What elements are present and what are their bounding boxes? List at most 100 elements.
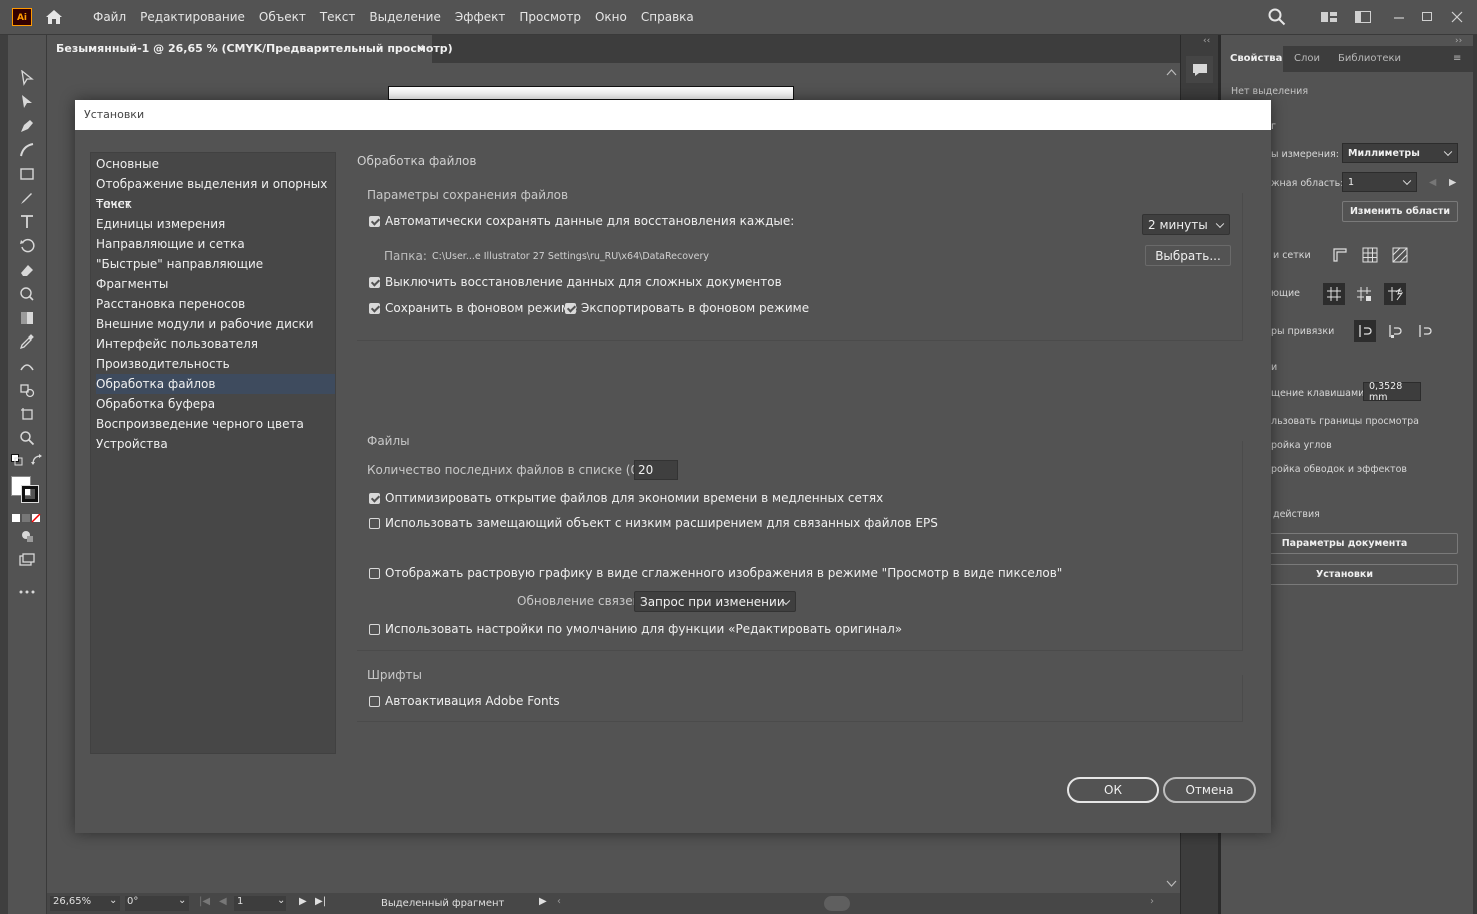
type-tool-icon[interactable] [16, 211, 38, 233]
eraser-tool-icon[interactable] [16, 259, 38, 281]
artboard-tool-icon[interactable] [16, 403, 38, 425]
workspace-switcher-icon[interactable] [1320, 8, 1338, 26]
category-units[interactable]: Единицы измерения [96, 214, 335, 234]
units-dropdown[interactable]: Миллиметры [1342, 143, 1458, 163]
color-mode-icons[interactable] [12, 512, 42, 523]
direct-selection-tool-icon[interactable] [16, 91, 38, 113]
artboard[interactable] [388, 86, 794, 100]
choose-folder-button[interactable]: Выбрать... [1145, 245, 1231, 266]
arrange-documents-icon[interactable] [1354, 8, 1372, 26]
autosave-checkbox[interactable] [369, 216, 380, 227]
zoom-tool-icon[interactable] [16, 427, 38, 449]
background-save-checkbox[interactable] [369, 303, 380, 314]
tab-layers[interactable]: Слои [1294, 53, 1320, 64]
show-guides-icon[interactable] [1323, 283, 1345, 305]
prev-artboard-panel-icon[interactable]: ◀ [1429, 177, 1436, 188]
menu-help[interactable]: Справка [634, 10, 701, 24]
gradient-tool-icon[interactable] [16, 307, 38, 329]
menu-select[interactable]: Выделение [362, 10, 447, 24]
tab-properties[interactable]: Свойства [1230, 53, 1282, 64]
category-file-handling[interactable]: Обработка файлов [96, 374, 335, 394]
optimize-open-checkbox[interactable] [369, 493, 380, 504]
hscroll-right-icon[interactable]: › [1150, 896, 1154, 907]
menu-view[interactable]: Просмотр [512, 10, 588, 24]
cancel-button[interactable]: Отмена [1163, 777, 1256, 803]
zoom-dropdown-icon[interactable]: ⌄ [109, 895, 117, 906]
category-general[interactable]: Основные [96, 154, 335, 174]
transparency-grid-icon[interactable] [1391, 246, 1409, 264]
lock-guides-icon[interactable] [1355, 285, 1373, 303]
screen-mode-icon[interactable] [16, 549, 38, 571]
paintbrush-tool-icon[interactable] [16, 187, 38, 209]
disable-recovery-checkbox[interactable] [369, 277, 380, 288]
last-artboard-icon[interactable]: ▶| [315, 896, 326, 907]
menu-edit[interactable]: Редактирование [133, 10, 252, 24]
preview-bounds-checkbox-label[interactable]: льзовать границы просмотра [1271, 416, 1419, 427]
update-links-dropdown[interactable]: Запрос при изменении [634, 591, 796, 612]
category-type[interactable]: Текст [96, 194, 335, 214]
smart-guides-icon[interactable] [1384, 283, 1406, 305]
category-slices[interactable]: Фрагменты [96, 274, 335, 294]
width-tool-icon[interactable] [16, 283, 38, 305]
selection-tool-icon[interactable] [16, 67, 38, 89]
menu-effect[interactable]: Эффект [448, 10, 513, 24]
edit-artboards-button[interactable]: Изменить области [1342, 201, 1458, 222]
comments-icon[interactable] [1186, 56, 1213, 83]
menu-file[interactable]: Файл [86, 10, 133, 24]
pen-tool-icon[interactable] [16, 115, 38, 137]
status-menu-icon[interactable]: ▶ [539, 896, 547, 907]
rectangle-tool-icon[interactable] [16, 163, 38, 185]
snap-to-pixel-icon[interactable] [1386, 322, 1404, 340]
edit-original-checkbox[interactable] [369, 624, 380, 635]
more-tools-icon[interactable] [16, 581, 38, 603]
pixel-preview-checkbox[interactable] [369, 568, 380, 579]
blend-tool-icon[interactable] [16, 355, 38, 377]
menu-object[interactable]: Объект [252, 10, 313, 24]
next-artboard-icon[interactable]: ▶ [299, 896, 307, 907]
curvature-tool-icon[interactable] [16, 139, 38, 161]
close-window-icon[interactable] [1448, 8, 1466, 26]
autoactivate-fonts-checkbox[interactable] [369, 696, 380, 707]
stroke-color-swatch[interactable] [21, 485, 39, 503]
collapse-right-icon[interactable]: ›› [1455, 36, 1462, 46]
grid-icon[interactable] [1361, 246, 1379, 264]
eyedropper-tool-icon[interactable] [16, 331, 38, 353]
maximize-icon[interactable] [1418, 8, 1436, 26]
rotation-dropdown-icon[interactable]: ⌄ [178, 895, 186, 906]
panel-menu-icon[interactable]: ≡ [1453, 53, 1461, 64]
snap-to-point-icon[interactable] [1354, 320, 1376, 342]
ok-button[interactable]: ОК [1067, 777, 1159, 803]
category-guides-grid[interactable]: Направляющие и сетка [96, 234, 335, 254]
collapse-left-icon[interactable]: ‹‹ [1203, 36, 1210, 46]
category-performance[interactable]: Производительность [96, 354, 335, 374]
background-export-checkbox[interactable] [565, 303, 576, 314]
scale-strokes-checkbox-label[interactable]: ройка обводок и эффектов [1271, 464, 1407, 475]
menu-type[interactable]: Текст [313, 10, 363, 24]
scale-corners-checkbox-label[interactable]: ройка углов [1271, 440, 1332, 451]
default-colors-icon[interactable] [10, 453, 24, 467]
category-plugins-scratch-disks[interactable]: Внешние модули и рабочие диски [96, 314, 335, 334]
category-hyphenation[interactable]: Расстановка переносов [96, 294, 335, 314]
next-artboard-panel-icon[interactable]: ▶ [1449, 177, 1456, 188]
category-selection-anchor-display[interactable]: Отображение выделения и опорных точек [96, 174, 335, 211]
rulers-icon[interactable] [1331, 246, 1349, 264]
snap-to-glyph-icon[interactable] [1416, 322, 1434, 340]
dialog-title-bar[interactable] [75, 100, 1271, 130]
first-artboard-icon[interactable]: |◀ [199, 896, 210, 907]
keyboard-increment-field[interactable]: 0,3528 mm [1363, 381, 1421, 403]
category-user-interface[interactable]: Интерфейс пользователя [96, 334, 335, 354]
recent-files-input[interactable]: 20 [634, 460, 678, 480]
symbol-sprayer-tool-icon[interactable] [16, 379, 38, 401]
minimize-icon[interactable] [1390, 8, 1408, 26]
category-black-appearance[interactable]: Воспроизведение черного цвета [96, 414, 335, 434]
prev-artboard-icon[interactable]: ◀ [219, 896, 227, 907]
category-smart-guides[interactable]: "Быстрые" направляющие [96, 254, 335, 274]
horizontal-scroll-thumb[interactable] [824, 896, 850, 911]
rotate-tool-icon[interactable] [16, 235, 38, 257]
swap-colors-icon[interactable] [30, 453, 44, 467]
draw-mode-icon[interactable] [16, 525, 38, 547]
close-tab-icon[interactable]: × [416, 41, 425, 54]
tab-libraries[interactable]: Библиотеки [1338, 53, 1401, 64]
home-icon[interactable] [44, 7, 64, 27]
search-icon[interactable] [1268, 8, 1286, 26]
